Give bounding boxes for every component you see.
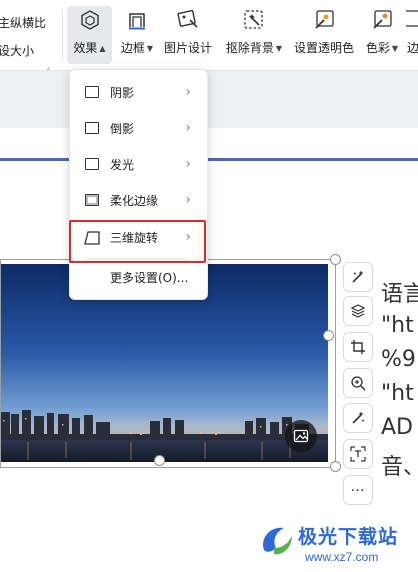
chevron-right-icon: › bbox=[185, 84, 191, 100]
ribbon-toolbar: 主纵横比 设大小 ⌟ 效果 ▲ 边框 ▼ 图片设计 抠除背景 ▼ 设置透明色 色… bbox=[0, 0, 418, 71]
menu-item-label: 发光 bbox=[110, 157, 135, 172]
menu-item-label: 三维旋转 bbox=[110, 230, 159, 245]
resize-handle-top-right[interactable] bbox=[330, 254, 341, 265]
body-text-line: AD bbox=[381, 415, 413, 440]
caret-up-icon: ▲ bbox=[99, 44, 106, 53]
more-options-icon[interactable]: … bbox=[343, 475, 373, 505]
effects-dropdown-menu: 阴影 › 倒影 › 发光 › 柔化边缘 › 三维旋转 › 更多设置(O)... bbox=[69, 69, 208, 300]
watermark-name: 极光下载站 bbox=[298, 526, 399, 548]
zoom-in-icon[interactable] bbox=[343, 368, 373, 398]
chevron-right-icon: › bbox=[185, 229, 191, 245]
partial-icon bbox=[406, 8, 418, 32]
menu-item-label: 倒影 bbox=[110, 121, 135, 136]
chevron-right-icon: › bbox=[185, 120, 191, 136]
ribbon-divider bbox=[62, 10, 63, 60]
body-text-line: %9 bbox=[381, 347, 416, 372]
shadow-icon bbox=[85, 86, 99, 98]
effects-label: 效果 bbox=[73, 41, 98, 55]
effects-button[interactable]: 效果 ▲ bbox=[67, 6, 112, 64]
color-icon bbox=[370, 8, 394, 32]
remove-background-icon bbox=[242, 8, 266, 32]
chevron-right-icon: › bbox=[185, 192, 191, 208]
image-design-icon bbox=[176, 8, 200, 32]
lock-aspect-ratio-label[interactable]: 主纵横比 bbox=[0, 14, 46, 31]
watermark-logo-icon bbox=[263, 527, 292, 555]
body-text-line: 语言 bbox=[381, 282, 418, 307]
body-text-line: "ht bbox=[381, 381, 414, 406]
crop-icon[interactable] bbox=[343, 332, 373, 362]
menu-separator bbox=[86, 258, 186, 259]
effects-icon bbox=[78, 8, 102, 32]
menu-item-label: 阴影 bbox=[110, 85, 135, 100]
border-label: 边框 bbox=[120, 41, 145, 55]
menu-item-soft-edges[interactable]: 柔化边缘 › bbox=[70, 182, 209, 218]
set-transparent-color-label: 设置透明色 bbox=[293, 41, 354, 55]
watermark-url: www.xz7.com bbox=[305, 550, 379, 564]
border-button[interactable]: 边框 ▼ bbox=[117, 6, 157, 64]
body-text-line: 音、 bbox=[381, 455, 418, 480]
partial-label: 边 bbox=[406, 41, 418, 55]
header-rule bbox=[0, 158, 418, 161]
extract-text-icon[interactable] bbox=[343, 439, 373, 469]
resize-handle-right[interactable] bbox=[323, 330, 334, 341]
resize-handle-bottom-right[interactable] bbox=[330, 461, 341, 472]
menu-item-label: 柔化边缘 bbox=[110, 193, 159, 208]
transparent-color-icon bbox=[312, 8, 336, 32]
reflection-icon bbox=[85, 122, 99, 134]
border-icon bbox=[125, 8, 149, 32]
soft-edges-icon bbox=[85, 194, 99, 206]
color-button[interactable]: 色彩 ▼ bbox=[364, 6, 400, 64]
image-tools-icon[interactable] bbox=[285, 420, 317, 452]
ai-magic-icon[interactable] bbox=[343, 262, 373, 292]
menu-item-3d-rotation[interactable]: 三维旋转 › bbox=[70, 219, 209, 255]
body-text-line: "ht bbox=[381, 313, 414, 338]
watermark: 极光下载站 www.xz7.com bbox=[258, 518, 418, 572]
ruler-bar bbox=[0, 70, 418, 128]
chevron-down-icon: ▼ bbox=[146, 44, 154, 53]
reset-size-label[interactable]: 设大小 bbox=[0, 42, 34, 59]
remove-background-button[interactable]: 抠除背景 ▼ bbox=[223, 6, 285, 64]
menu-item-label: 更多设置(O)... bbox=[110, 270, 189, 285]
more-ribbon-button[interactable]: 边 bbox=[406, 6, 418, 64]
set-transparent-color-button[interactable]: 设置透明色 bbox=[293, 6, 355, 64]
menu-item-glow[interactable]: 发光 › bbox=[70, 146, 209, 182]
remove-background-label: 抠除背景 bbox=[225, 41, 274, 55]
layers-icon[interactable] bbox=[343, 296, 373, 326]
color-label: 色彩 bbox=[365, 41, 390, 55]
magic-wand-icon[interactable] bbox=[343, 403, 373, 433]
glow-icon bbox=[85, 158, 99, 170]
menu-item-reflection[interactable]: 倒影 › bbox=[70, 110, 209, 146]
menu-item-shadow[interactable]: 阴影 › bbox=[70, 74, 209, 110]
3d-rotation-icon bbox=[84, 230, 100, 249]
menu-item-more-settings[interactable]: 更多设置(O)... bbox=[70, 259, 209, 295]
image-design-button[interactable]: 图片设计 bbox=[163, 6, 213, 64]
chevron-down-icon: ▼ bbox=[275, 44, 283, 53]
resize-handle-bottom[interactable] bbox=[154, 455, 165, 466]
chevron-down-icon: ▼ bbox=[391, 44, 399, 53]
image-design-label: 图片设计 bbox=[163, 41, 212, 55]
chevron-right-icon: › bbox=[185, 156, 191, 172]
